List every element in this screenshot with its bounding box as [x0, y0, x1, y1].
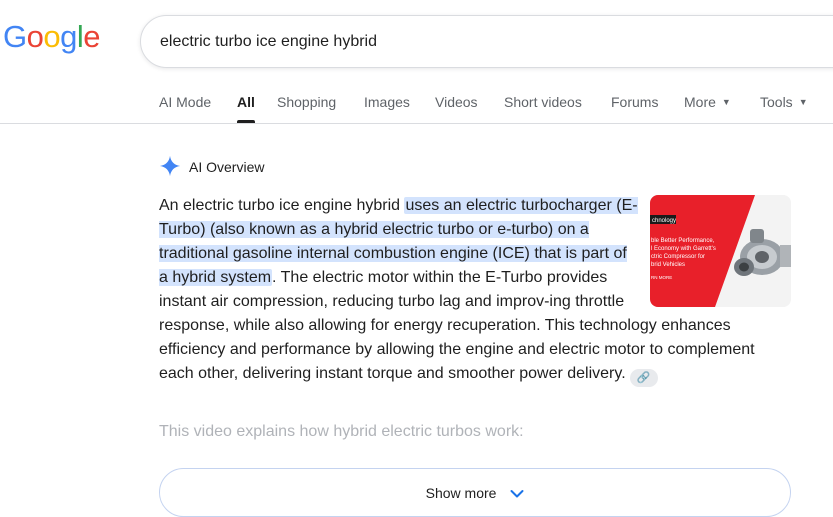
- tab-images[interactable]: Images: [364, 92, 410, 124]
- tab-label: Short videos: [504, 94, 582, 110]
- gemini-spark-icon: [159, 155, 181, 177]
- tab-forums[interactable]: Forums: [611, 92, 658, 124]
- caret-down-icon: ▼: [798, 97, 808, 107]
- tab-tools[interactable]: Tools ▼: [760, 92, 808, 124]
- show-more-button[interactable]: Show more: [159, 468, 791, 517]
- thumbnail-tag: chnology: [652, 218, 676, 224]
- caret-down-icon: ▼: [721, 97, 731, 107]
- tab-label: AI Mode: [159, 94, 212, 110]
- thumbnail-line: brid Vehicles: [651, 262, 685, 268]
- thumbnail-line: l Economy with Garrett's: [651, 246, 716, 252]
- tab-label: Shopping: [277, 94, 337, 110]
- tab-label: Videos: [435, 94, 478, 110]
- search-box[interactable]: [140, 15, 833, 68]
- tab-label: All: [237, 94, 255, 110]
- logo-letter: G: [3, 19, 27, 54]
- overview-text: An electric turbo ice engine hybrid: [159, 197, 405, 214]
- tab-ai-mode[interactable]: AI Mode: [159, 92, 211, 124]
- chevron-down-icon: [510, 490, 524, 498]
- tab-label: Tools: [760, 94, 793, 110]
- tab-short-videos[interactable]: Short videos: [504, 92, 582, 124]
- tab-shopping[interactable]: Shopping: [277, 92, 336, 124]
- thumbnail-line: ctric Compressor for: [651, 254, 705, 260]
- video-caption: This video explains how hybrid electric …: [159, 423, 524, 440]
- thumbnail-graphic: chnology ble Better Performance, l Econo…: [650, 195, 791, 307]
- tab-label: Images: [364, 94, 410, 110]
- logo-letter: o: [43, 19, 61, 54]
- tab-label: More: [684, 94, 716, 110]
- thumbnail-line: ble Better Performance,: [651, 238, 715, 244]
- thumbnail-cta: RN MORE: [651, 275, 672, 280]
- article-thumbnail[interactable]: chnology ble Better Performance, l Econo…: [650, 195, 791, 307]
- logo-letter: o: [26, 19, 44, 54]
- link-icon[interactable]: 🔗: [629, 369, 658, 387]
- tabs-divider: [0, 123, 833, 124]
- show-more-label: Show more: [425, 485, 497, 501]
- ai-overview-title: AI Overview: [189, 159, 265, 175]
- google-logo[interactable]: Google: [3, 19, 101, 55]
- search-input[interactable]: [160, 31, 800, 53]
- tab-videos[interactable]: Videos: [435, 92, 478, 124]
- tab-label: Forums: [611, 94, 659, 110]
- logo-letter: e: [83, 19, 101, 54]
- tab-all[interactable]: All: [237, 92, 255, 124]
- ai-overview-body: chnology ble Better Performance, l Econo…: [159, 194, 791, 387]
- logo-letter: g: [60, 19, 77, 54]
- tab-more[interactable]: More ▼: [684, 92, 731, 124]
